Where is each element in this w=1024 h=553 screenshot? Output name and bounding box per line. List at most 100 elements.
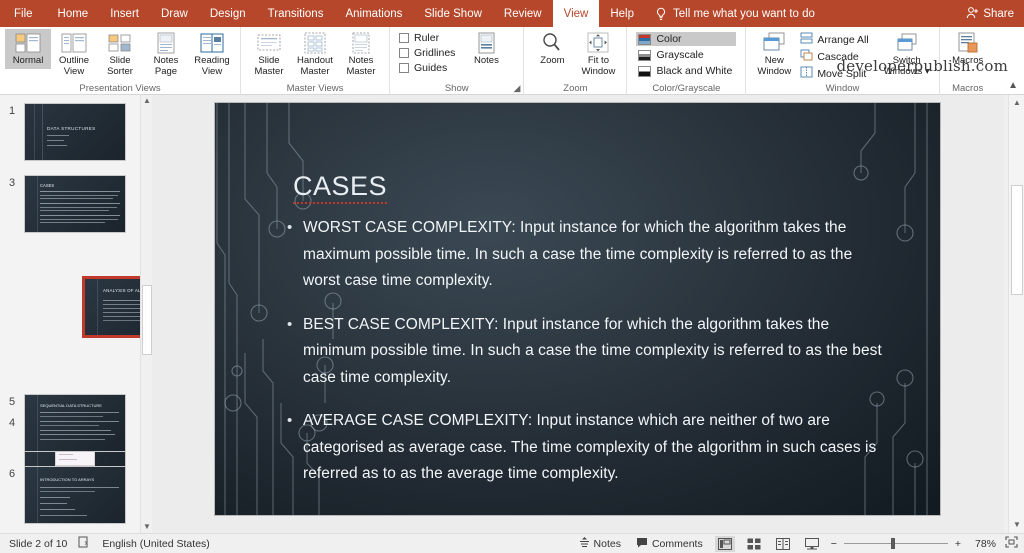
slide-area-scrollbar[interactable]: ▲ ▼ bbox=[1008, 95, 1024, 533]
color-option[interactable]: Color bbox=[636, 32, 737, 46]
thumbnail-title: CASES bbox=[40, 183, 55, 188]
grayscale-option[interactable]: Grayscale bbox=[636, 48, 736, 62]
notes-toggle-button[interactable]: Notes bbox=[576, 535, 624, 552]
ribbon-group-master-views: Slide Master Handout Master Notes Master… bbox=[240, 27, 389, 95]
slide-master-label: Slide Master bbox=[254, 55, 284, 77]
current-slide[interactable]: CASES • WORST CASE COMPLEXITY: Input ins… bbox=[215, 103, 940, 515]
thumbnail-number: 6 bbox=[8, 468, 16, 480]
thumbnail-number: 5 bbox=[8, 396, 16, 408]
tab-help[interactable]: Help bbox=[599, 0, 645, 27]
tab-slide-show[interactable]: Slide Show bbox=[413, 0, 493, 27]
slide-bullet: • WORST CASE COMPLEXITY: Input instance … bbox=[287, 215, 887, 295]
tab-transitions[interactable]: Transitions bbox=[257, 0, 335, 27]
slide-master-button[interactable]: Slide Master bbox=[246, 29, 292, 79]
thumbnail-item[interactable]: 6 INTRODUCTION TO ARRAYS bbox=[0, 466, 140, 524]
tab-review[interactable]: Review bbox=[493, 0, 553, 27]
bullet-dot-icon: • bbox=[287, 412, 293, 429]
thumbnail-preview[interactable]: INTRODUCTION TO ARRAYS bbox=[24, 466, 126, 524]
slide-bullet: • AVERAGE CASE COMPLEXITY: Input instanc… bbox=[287, 408, 887, 488]
checkbox-box bbox=[399, 33, 409, 43]
gridlines-label: Gridlines bbox=[414, 47, 456, 59]
comments-toggle-button[interactable]: Comments bbox=[633, 536, 706, 552]
outline-view-button[interactable]: Outline View bbox=[51, 29, 97, 79]
color-swatch-icon bbox=[638, 33, 652, 45]
tab-animations[interactable]: Animations bbox=[334, 0, 413, 27]
bullet-dot-icon: • bbox=[287, 219, 293, 236]
tab-file[interactable]: File bbox=[0, 0, 47, 27]
spellcheck-icon[interactable]: x bbox=[78, 536, 91, 551]
arrange-all-button[interactable]: Arrange All bbox=[800, 32, 869, 47]
zoom-slider[interactable]: − + bbox=[831, 538, 961, 550]
language-indicator[interactable]: English (United States) bbox=[102, 538, 209, 550]
arrange-all-label: Arrange All bbox=[817, 33, 869, 46]
ribbon-group-presentation-views: Normal Outline View Slide Sorter Notes P… bbox=[0, 27, 240, 95]
show-dialog-launcher[interactable]: ◢ bbox=[514, 83, 521, 94]
ribbon-group-color-grayscale: Color Grayscale Black and White Color/Gr… bbox=[626, 27, 745, 95]
thumbnail-title: SEQUENTIAL DATA STRUCTURE bbox=[40, 403, 102, 408]
normal-view-button[interactable]: Normal bbox=[5, 29, 51, 69]
fit-slide-icon[interactable] bbox=[1005, 536, 1018, 551]
ribbon-tab-bar: File Home Insert Draw Design Transitions… bbox=[0, 0, 1024, 27]
thumbnail-preview[interactable]: DATA STRUCTURES bbox=[24, 103, 126, 161]
thumbnail-item-selected[interactable]: ANALYSIS OF ALGORITHM bbox=[82, 276, 140, 338]
scroll-down-arrow[interactable]: ▼ bbox=[1009, 517, 1024, 533]
scroll-up-arrow[interactable]: ▲ bbox=[1009, 95, 1024, 111]
group-label-macros: Macros bbox=[952, 83, 984, 94]
thumbnail-preview-selected[interactable]: ANALYSIS OF ALGORITHM bbox=[82, 276, 140, 338]
ruler-checkbox[interactable]: Ruler bbox=[399, 32, 455, 44]
tab-view[interactable]: View bbox=[552, 0, 600, 27]
guides-checkbox[interactable]: Guides bbox=[399, 62, 455, 74]
comments-label: Comments bbox=[651, 537, 703, 550]
slide-editing-area[interactable]: CASES • WORST CASE COMPLEXITY: Input ins… bbox=[152, 95, 1004, 533]
tab-design[interactable]: Design bbox=[199, 0, 257, 27]
notes-button[interactable]: Notes bbox=[463, 29, 509, 69]
tell-me-box[interactable]: Tell me what you want to do bbox=[645, 7, 815, 21]
slide-body-placeholder[interactable]: • WORST CASE COMPLEXITY: Input instance … bbox=[287, 215, 887, 505]
black-and-white-option[interactable]: Black and White bbox=[636, 64, 736, 78]
bullet-text: WORST CASE COMPLEXITY: Input instance fo… bbox=[303, 219, 853, 289]
thumbnail-preview[interactable]: SEQUENTIAL DATA STRUCTURE bbox=[24, 394, 126, 452]
zoom-out-button[interactable]: − bbox=[831, 538, 837, 550]
slide-sorter-button[interactable]: Slide Sorter bbox=[97, 29, 143, 79]
ribbon-collapse-button[interactable]: ▲ bbox=[1008, 80, 1018, 91]
tab-draw[interactable]: Draw bbox=[150, 0, 199, 27]
gridlines-checkbox[interactable]: Gridlines bbox=[399, 47, 455, 59]
slide-counter[interactable]: Slide 2 of 10 bbox=[9, 538, 67, 550]
slide-title[interactable]: CASES bbox=[293, 171, 388, 204]
slide-sorter-button[interactable] bbox=[744, 536, 764, 552]
scrollbar-thumb[interactable] bbox=[1011, 185, 1023, 295]
thumbnail-item[interactable]: 1 DATA STRUCTURES bbox=[0, 103, 140, 161]
notes-page-button[interactable]: Notes Page bbox=[143, 29, 189, 79]
tab-home[interactable]: Home bbox=[47, 0, 100, 27]
thumbnail-pane-scrollbar[interactable]: ▲ ▼ bbox=[140, 95, 152, 533]
notes-master-button[interactable]: Notes Master bbox=[338, 29, 384, 79]
new-window-button[interactable]: New Window bbox=[751, 29, 797, 79]
handout-master-label: Handout Master bbox=[297, 55, 333, 77]
zoom-in-button[interactable]: + bbox=[955, 538, 961, 550]
thumbnail-item[interactable]: 3 CASES bbox=[0, 175, 140, 233]
zoom-level[interactable]: 78% bbox=[970, 538, 996, 550]
scrollbar-thumb[interactable] bbox=[142, 285, 152, 355]
zoom-track[interactable] bbox=[843, 538, 948, 549]
share-button[interactable]: Share bbox=[966, 0, 1014, 27]
zoom-button[interactable]: Zoom bbox=[529, 29, 575, 69]
tell-me-text: Tell me what you want to do bbox=[673, 7, 815, 20]
svg-text:x: x bbox=[85, 540, 89, 547]
macros-icon bbox=[954, 31, 982, 55]
slideshow-button[interactable] bbox=[802, 536, 822, 552]
fit-to-window-button[interactable]: Fit to Window bbox=[575, 29, 621, 79]
reading-view-button[interactable]: Reading View bbox=[189, 29, 235, 79]
zoom-knob[interactable] bbox=[890, 538, 895, 549]
bullet-text: AVERAGE CASE COMPLEXITY: Input instance … bbox=[303, 412, 877, 482]
reading-view-button[interactable] bbox=[773, 536, 793, 552]
handout-master-button[interactable]: Handout Master bbox=[292, 29, 338, 79]
reading-view-icon bbox=[198, 31, 226, 55]
outline-view-icon bbox=[60, 31, 88, 55]
normal-view-button[interactable] bbox=[714, 535, 735, 552]
thumbnail-preview[interactable]: CASES bbox=[24, 175, 126, 233]
slide-thumbnail-pane[interactable]: 1 DATA STRUCTURES 3 CASES 4 5 SEQUENTIAL… bbox=[0, 95, 140, 533]
thumbnail-item[interactable]: 5 SEQUENTIAL DATA STRUCTURE bbox=[0, 394, 140, 452]
notes-page-icon bbox=[152, 31, 180, 55]
notes-master-label: Notes Master bbox=[346, 55, 376, 77]
tab-insert[interactable]: Insert bbox=[99, 0, 150, 27]
